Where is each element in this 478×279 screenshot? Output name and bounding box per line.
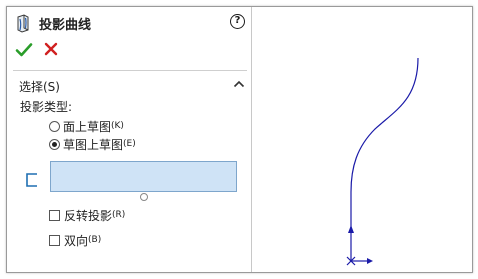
projected-curve-feature-icon [17, 14, 29, 33]
chevron-up-icon[interactable] [233, 79, 245, 89]
sketch-origin-icon [346, 256, 367, 266]
section-title: 选择(S) [19, 80, 60, 94]
sketch-curve[interactable] [350, 57, 419, 261]
radio-label: 面上草图 [63, 119, 112, 134]
checkbox-shortcut-hint: (B) [88, 235, 102, 245]
checkbox-reverse-projection[interactable]: 反转投影 (R) [49, 207, 125, 223]
radio-button[interactable] [49, 120, 60, 132]
radio-button-selected[interactable] [49, 138, 60, 150]
radio-sketch-on-sketch[interactable]: 草图上草图 (E) [49, 136, 136, 152]
sketch-selection-box[interactable] [50, 161, 237, 192]
radio-shortcut-hint: (K) [111, 121, 124, 131]
right-arrow-icon [367, 258, 373, 264]
property-manager-panel: 投影曲线 ? 选择(S) 投影类型: 面上草图 (K) 草图上草图 (E) 反转… [7, 7, 252, 272]
up-arrow-icon [348, 225, 354, 233]
checkbox-label: 双向 [64, 233, 89, 248]
panel-title-row: 投影曲线 ? [13, 12, 247, 34]
sketch-canvas [346, 57, 419, 266]
radio-shortcut-hint: (E) [123, 139, 136, 149]
ok-checkmark-icon[interactable] [15, 41, 33, 59]
section-divider [13, 70, 247, 71]
selections-section-header[interactable]: 选择(S) [13, 75, 247, 95]
cancel-x-icon[interactable] [43, 41, 59, 57]
checkbox-bidirectional[interactable]: 双向 (B) [49, 232, 101, 248]
radio-sketch-on-face[interactable]: 面上草图 (K) [49, 118, 124, 134]
checkbox-label: 反转投影 [64, 208, 113, 223]
sketch-selection-icon [26, 173, 37, 187]
panel-title: 投影曲线 [39, 18, 92, 33]
checkbox[interactable] [49, 234, 60, 246]
checkbox[interactable] [49, 209, 60, 221]
selection-box-resize-handle[interactable] [140, 193, 148, 201]
help-icon[interactable]: ? [230, 14, 245, 29]
checkbox-shortcut-hint: (R) [112, 210, 126, 220]
graphics-area[interactable] [253, 7, 472, 272]
projection-type-label: 投影类型: [20, 100, 73, 114]
radio-label: 草图上草图 [63, 137, 124, 152]
